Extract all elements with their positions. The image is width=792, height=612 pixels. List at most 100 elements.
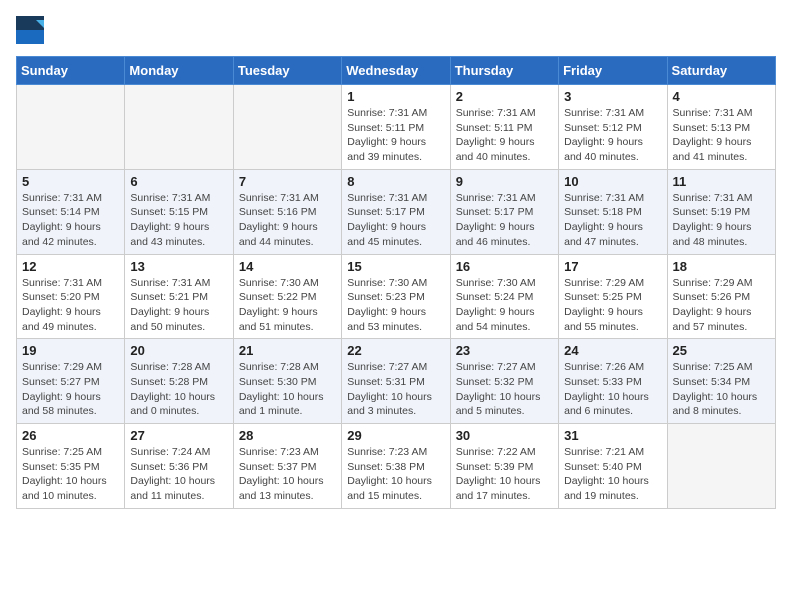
day-number: 8 <box>347 174 444 189</box>
day-number: 21 <box>239 343 336 358</box>
day-info: Sunrise: 7:31 AM Sunset: 5:18 PM Dayligh… <box>564 191 661 250</box>
day-number: 7 <box>239 174 336 189</box>
day-number: 27 <box>130 428 227 443</box>
day-number: 1 <box>347 89 444 104</box>
day-info: Sunrise: 7:25 AM Sunset: 5:35 PM Dayligh… <box>22 445 119 504</box>
day-info: Sunrise: 7:21 AM Sunset: 5:40 PM Dayligh… <box>564 445 661 504</box>
calendar-cell: 1 Sunrise: 7:31 AM Sunset: 5:11 PM Daylig… <box>342 85 450 170</box>
day-number: 19 <box>22 343 119 358</box>
day-info: Sunrise: 7:31 AM Sunset: 5:15 PM Dayligh… <box>130 191 227 250</box>
day-number: 13 <box>130 259 227 274</box>
calendar-cell: 10 Sunrise: 7:31 AM Sunset: 5:18 PM Dayli… <box>559 169 667 254</box>
day-number: 31 <box>564 428 661 443</box>
day-number: 30 <box>456 428 553 443</box>
calendar-cell: 12 Sunrise: 7:31 AM Sunset: 5:20 PM Dayli… <box>17 254 125 339</box>
calendar-cell: 31 Sunrise: 7:21 AM Sunset: 5:40 PM Dayli… <box>559 424 667 509</box>
weekday-header-monday: Monday <box>125 57 233 85</box>
day-info: Sunrise: 7:26 AM Sunset: 5:33 PM Dayligh… <box>564 360 661 419</box>
calendar-header-row: SundayMondayTuesdayWednesdayThursdayFrid… <box>17 57 776 85</box>
day-number: 25 <box>673 343 770 358</box>
calendar-cell: 25Sunrise: 7:25 AM Sunset: 5:34 PM Dayli… <box>667 339 775 424</box>
day-info: Sunrise: 7:29 AM Sunset: 5:26 PM Dayligh… <box>673 276 770 335</box>
calendar-cell: 28 Sunrise: 7:23 AM Sunset: 5:37 PM Dayli… <box>233 424 341 509</box>
calendar-cell: 3Sunrise: 7:31 AM Sunset: 5:12 PM Daylig… <box>559 85 667 170</box>
day-info: Sunrise: 7:28 AM Sunset: 5:28 PM Dayligh… <box>130 360 227 419</box>
calendar-cell: 6 Sunrise: 7:31 AM Sunset: 5:15 PM Daylig… <box>125 169 233 254</box>
weekday-header-friday: Friday <box>559 57 667 85</box>
day-number: 2 <box>456 89 553 104</box>
day-info: Sunrise: 7:31 AM Sunset: 5:20 PM Dayligh… <box>22 276 119 335</box>
weekday-header-thursday: Thursday <box>450 57 558 85</box>
day-number: 11 <box>673 174 770 189</box>
logo <box>16 16 48 44</box>
day-info: Sunrise: 7:31 AM Sunset: 5:11 PM Dayligh… <box>347 106 444 165</box>
day-info: Sunrise: 7:22 AM Sunset: 5:39 PM Dayligh… <box>456 445 553 504</box>
calendar-cell: 5Sunrise: 7:31 AM Sunset: 5:14 PM Daylig… <box>17 169 125 254</box>
day-number: 14 <box>239 259 336 274</box>
calendar-cell: 19 Sunrise: 7:29 AM Sunset: 5:27 PM Dayli… <box>17 339 125 424</box>
day-info: Sunrise: 7:31 AM Sunset: 5:17 PM Dayligh… <box>456 191 553 250</box>
calendar-cell: 21Sunrise: 7:28 AM Sunset: 5:30 PM Dayli… <box>233 339 341 424</box>
day-info: Sunrise: 7:31 AM Sunset: 5:13 PM Dayligh… <box>673 106 770 165</box>
calendar-cell: 11 Sunrise: 7:31 AM Sunset: 5:19 PM Dayli… <box>667 169 775 254</box>
calendar-cell: 13 Sunrise: 7:31 AM Sunset: 5:21 PM Dayli… <box>125 254 233 339</box>
day-number: 28 <box>239 428 336 443</box>
calendar-table: SundayMondayTuesdayWednesdayThursdayFrid… <box>16 56 776 509</box>
day-number: 10 <box>564 174 661 189</box>
day-number: 12 <box>22 259 119 274</box>
calendar-cell: 23 Sunrise: 7:27 AM Sunset: 5:32 PM Dayli… <box>450 339 558 424</box>
day-info: Sunrise: 7:24 AM Sunset: 5:36 PM Dayligh… <box>130 445 227 504</box>
day-number: 24 <box>564 343 661 358</box>
day-info: Sunrise: 7:30 AM Sunset: 5:22 PM Dayligh… <box>239 276 336 335</box>
day-number: 22 <box>347 343 444 358</box>
day-info: Sunrise: 7:31 AM Sunset: 5:19 PM Dayligh… <box>673 191 770 250</box>
calendar-cell: 29 Sunrise: 7:23 AM Sunset: 5:38 PM Dayli… <box>342 424 450 509</box>
day-info: Sunrise: 7:31 AM Sunset: 5:16 PM Dayligh… <box>239 191 336 250</box>
day-info: Sunrise: 7:31 AM Sunset: 5:11 PM Dayligh… <box>456 106 553 165</box>
weekday-header-sunday: Sunday <box>17 57 125 85</box>
calendar-cell: 4Sunrise: 7:31 AM Sunset: 5:13 PM Daylig… <box>667 85 775 170</box>
calendar-cell: 20Sunrise: 7:28 AM Sunset: 5:28 PM Dayli… <box>125 339 233 424</box>
calendar-week-3: 12 Sunrise: 7:31 AM Sunset: 5:20 PM Dayli… <box>17 254 776 339</box>
day-info: Sunrise: 7:23 AM Sunset: 5:37 PM Dayligh… <box>239 445 336 504</box>
calendar-cell: 7 Sunrise: 7:31 AM Sunset: 5:16 PM Daylig… <box>233 169 341 254</box>
day-number: 15 <box>347 259 444 274</box>
calendar-cell: 27 Sunrise: 7:24 AM Sunset: 5:36 PM Dayli… <box>125 424 233 509</box>
calendar-cell: 15 Sunrise: 7:30 AM Sunset: 5:23 PM Dayli… <box>342 254 450 339</box>
calendar-cell: 26 Sunrise: 7:25 AM Sunset: 5:35 PM Dayli… <box>17 424 125 509</box>
day-info: Sunrise: 7:23 AM Sunset: 5:38 PM Dayligh… <box>347 445 444 504</box>
calendar-week-2: 5Sunrise: 7:31 AM Sunset: 5:14 PM Daylig… <box>17 169 776 254</box>
calendar-cell: 22 Sunrise: 7:27 AM Sunset: 5:31 PM Dayli… <box>342 339 450 424</box>
day-number: 26 <box>22 428 119 443</box>
weekday-header-wednesday: Wednesday <box>342 57 450 85</box>
day-info: Sunrise: 7:31 AM Sunset: 5:17 PM Dayligh… <box>347 191 444 250</box>
day-number: 6 <box>130 174 227 189</box>
day-info: Sunrise: 7:29 AM Sunset: 5:27 PM Dayligh… <box>22 360 119 419</box>
day-info: Sunrise: 7:29 AM Sunset: 5:25 PM Dayligh… <box>564 276 661 335</box>
calendar-cell <box>667 424 775 509</box>
day-number: 23 <box>456 343 553 358</box>
day-number: 9 <box>456 174 553 189</box>
day-number: 29 <box>347 428 444 443</box>
calendar-cell: 24 Sunrise: 7:26 AM Sunset: 5:33 PM Dayli… <box>559 339 667 424</box>
calendar-cell <box>17 85 125 170</box>
day-number: 16 <box>456 259 553 274</box>
calendar-week-5: 26 Sunrise: 7:25 AM Sunset: 5:35 PM Dayli… <box>17 424 776 509</box>
calendar-cell: 18Sunrise: 7:29 AM Sunset: 5:26 PM Dayli… <box>667 254 775 339</box>
calendar-cell: 17 Sunrise: 7:29 AM Sunset: 5:25 PM Dayli… <box>559 254 667 339</box>
logo-icon <box>16 16 44 44</box>
calendar-cell: 30 Sunrise: 7:22 AM Sunset: 5:39 PM Dayli… <box>450 424 558 509</box>
calendar-cell: 8 Sunrise: 7:31 AM Sunset: 5:17 PM Daylig… <box>342 169 450 254</box>
calendar-week-4: 19 Sunrise: 7:29 AM Sunset: 5:27 PM Dayli… <box>17 339 776 424</box>
calendar-cell <box>125 85 233 170</box>
day-info: Sunrise: 7:27 AM Sunset: 5:31 PM Dayligh… <box>347 360 444 419</box>
day-info: Sunrise: 7:30 AM Sunset: 5:24 PM Dayligh… <box>456 276 553 335</box>
day-info: Sunrise: 7:30 AM Sunset: 5:23 PM Dayligh… <box>347 276 444 335</box>
day-info: Sunrise: 7:27 AM Sunset: 5:32 PM Dayligh… <box>456 360 553 419</box>
calendar-cell: 2 Sunrise: 7:31 AM Sunset: 5:11 PM Daylig… <box>450 85 558 170</box>
day-number: 3 <box>564 89 661 104</box>
calendar-week-1: 1 Sunrise: 7:31 AM Sunset: 5:11 PM Daylig… <box>17 85 776 170</box>
day-number: 17 <box>564 259 661 274</box>
calendar-cell: 9 Sunrise: 7:31 AM Sunset: 5:17 PM Daylig… <box>450 169 558 254</box>
day-info: Sunrise: 7:31 AM Sunset: 5:21 PM Dayligh… <box>130 276 227 335</box>
